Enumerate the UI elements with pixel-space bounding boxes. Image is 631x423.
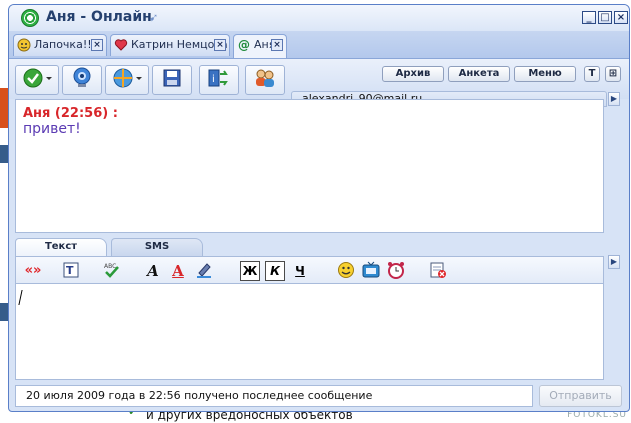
save-button[interactable] — [152, 65, 192, 95]
conversation-tabs: Лапочка!!! × Катрин Немцова × @ Аня × — [9, 31, 629, 59]
font-settings-button[interactable]: T — [584, 66, 600, 82]
menu-button[interactable]: Меню — [514, 66, 576, 82]
status-button[interactable] — [15, 65, 59, 95]
close-tab-icon[interactable]: × — [91, 39, 103, 51]
close-tab-icon[interactable]: × — [214, 39, 226, 51]
window-title: Аня - Онлайн — [46, 9, 152, 25]
check-circle-icon — [22, 68, 52, 92]
globe-menu-button[interactable] — [105, 65, 149, 95]
at-status-icon: @ — [238, 38, 250, 52]
smiley-icon[interactable] — [336, 261, 356, 281]
send-button[interactable]: Отправить — [539, 385, 622, 407]
tab-lapochka[interactable]: Лапочка!!! × — [13, 34, 107, 56]
tab-text[interactable]: Текст — [15, 238, 107, 256]
globe-icon — [112, 68, 142, 92]
pin-icon[interactable]: ➹ — [149, 11, 158, 24]
message-text: привет! — [23, 121, 81, 137]
webcam-button[interactable] — [62, 65, 102, 95]
font-face-icon[interactable]: A — [143, 261, 163, 281]
font-color-icon[interactable]: A — [168, 261, 188, 281]
heart-status-icon — [114, 38, 128, 52]
highlight-icon[interactable] — [194, 261, 214, 281]
format-toolbar: «» T ABC A A Ж К Ч — [15, 256, 604, 284]
minimize-button[interactable]: _ — [582, 11, 596, 24]
message-author: Аня (22:56) : — [23, 106, 118, 121]
contacts-button[interactable] — [245, 65, 285, 95]
quote-icon[interactable]: «» — [22, 261, 44, 281]
message-input[interactable] — [15, 284, 604, 380]
svg-text:i: i — [212, 74, 215, 85]
expand-right-icon[interactable]: ▶ — [608, 255, 620, 269]
tv-icon[interactable] — [361, 261, 381, 281]
floppy-disk-icon — [163, 69, 181, 91]
info-transfer-button[interactable]: i — [199, 65, 239, 95]
svg-text:T: T — [66, 264, 74, 277]
clear-message-icon[interactable] — [428, 261, 448, 281]
chat-window: Аня - Онлайн ➹ _ □ × Лапочка!!! × Катрин… — [8, 4, 630, 412]
message-history[interactable]: Аня (22:56) : привет! — [15, 99, 604, 233]
close-button[interactable]: × — [614, 11, 628, 24]
archive-button[interactable]: Архив — [382, 66, 444, 82]
tab-label: Лапочка!!! — [34, 38, 97, 51]
contacts-icon — [254, 68, 276, 92]
spellcheck-icon[interactable]: ABC — [102, 261, 122, 281]
status-bar: 20 июля 2009 года в 22:56 получено после… — [15, 385, 533, 407]
profile-button[interactable]: Анкета — [448, 66, 510, 82]
webcam-icon — [72, 67, 92, 93]
svg-text:ABC: ABC — [104, 263, 116, 270]
title-bar[interactable]: Аня - Онлайн ➹ _ □ × — [9, 5, 629, 32]
smiley-status-icon — [17, 38, 31, 52]
online-status-icon — [21, 9, 39, 27]
info-transfer-icon: i — [208, 68, 230, 92]
maximize-button[interactable]: □ — [598, 11, 612, 24]
layout-button[interactable]: ⊞ — [605, 66, 621, 82]
underline-button[interactable]: Ч — [290, 261, 310, 281]
tab-sms[interactable]: SMS — [111, 238, 203, 256]
tab-anya[interactable]: @ Аня × — [233, 34, 287, 58]
close-tab-icon[interactable]: × — [271, 39, 283, 51]
bold-button[interactable]: Ж — [240, 261, 260, 281]
text-template-icon[interactable]: T — [62, 261, 82, 281]
tab-katrin[interactable]: Катрин Немцова × — [110, 34, 230, 56]
editor-tabs: Текст SMS — [15, 238, 604, 256]
text-caret — [18, 290, 23, 305]
alarm-clock-icon[interactable] — [386, 261, 406, 281]
italic-button[interactable]: К — [265, 261, 285, 281]
expand-right-icon[interactable]: ▶ — [608, 92, 620, 106]
